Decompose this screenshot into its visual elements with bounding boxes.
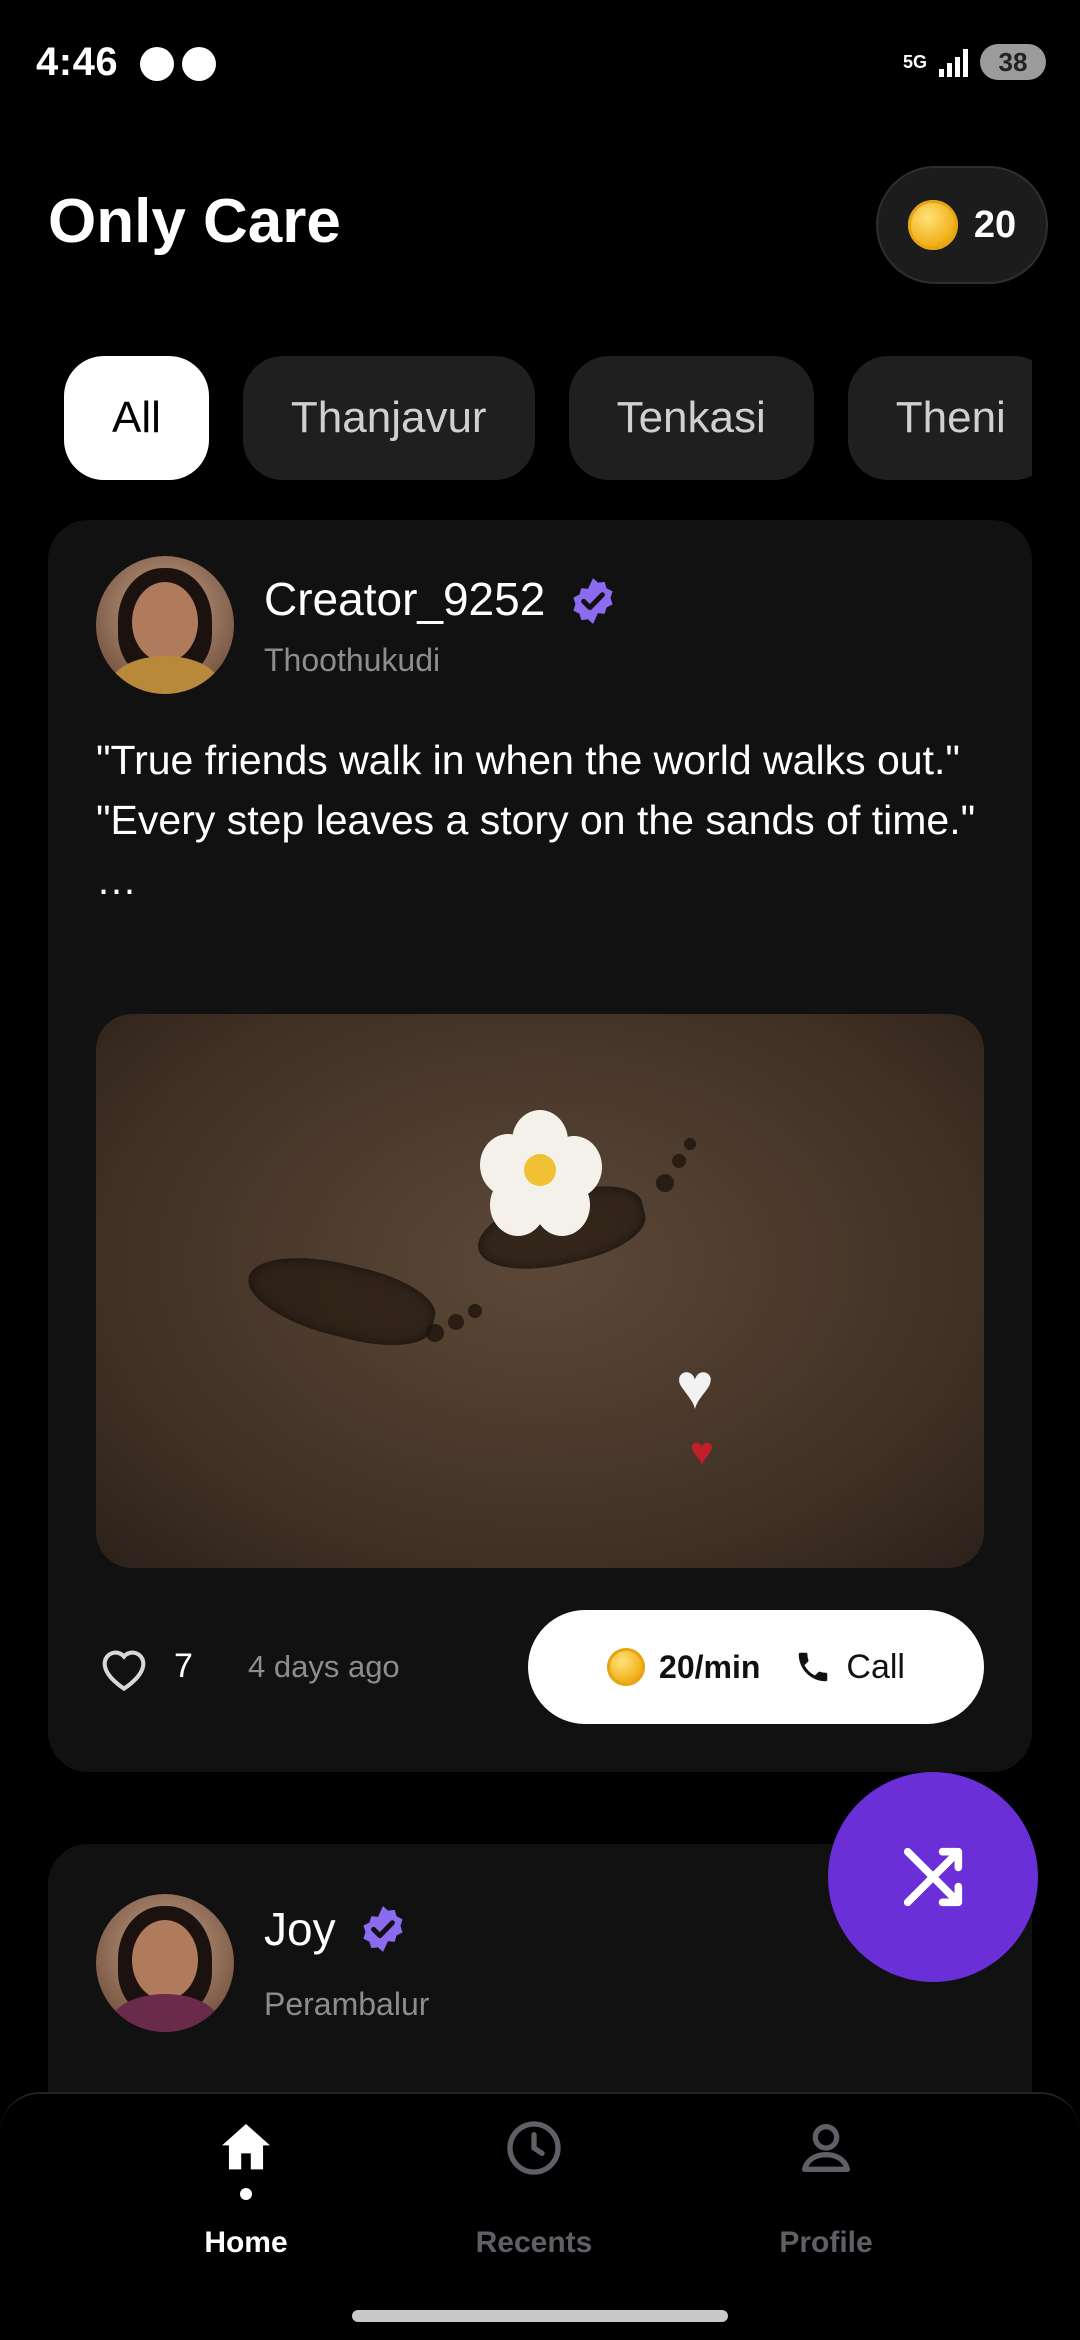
post-image[interactable]: ♥ ♥	[96, 1014, 984, 1568]
flower-decoration	[480, 1110, 602, 1236]
heart-decoration: ♥	[690, 1430, 714, 1474]
like-count: 7	[174, 1647, 193, 1685]
heart-icon[interactable]	[96, 1642, 152, 1692]
post-timestamp: 4 days ago	[248, 1649, 400, 1684]
location-filter-chips: All Thanjavur Tenkasi Theni	[64, 356, 1032, 480]
app-title: Only Care	[48, 187, 341, 256]
avatar[interactable]	[96, 1894, 234, 2032]
nav-label: Home	[204, 2226, 288, 2259]
creator-location: Perambalur	[264, 1986, 430, 2022]
filter-chip-thanjavur[interactable]: Thanjavur	[242, 356, 535, 480]
nav-label: Profile	[779, 2226, 873, 2259]
message-notification-icon	[182, 47, 216, 81]
nav-home[interactable]: Home	[96, 2094, 396, 2294]
phone-icon	[799, 1652, 828, 1682]
coin-icon	[907, 200, 958, 250]
bottom-navigation: Home Recents Profile	[0, 2092, 1080, 2340]
call-button[interactable]: 20/min Call	[528, 1610, 984, 1724]
shuffle-icon	[903, 1847, 963, 1907]
status-time: 4:46	[36, 40, 119, 84]
notification-icons	[140, 47, 216, 81]
filter-chip-tenkasi[interactable]: Tenkasi	[568, 356, 814, 480]
chat-notification-icon	[140, 47, 174, 81]
coin-balance: 20	[973, 203, 1017, 246]
post-text: "True friends walk in when the world wal…	[96, 737, 976, 903]
coin-balance-button[interactable]: 20	[876, 166, 1048, 284]
active-indicator	[240, 2188, 252, 2200]
shuffle-button[interactable]	[828, 1772, 1038, 1982]
home-icon	[222, 2124, 270, 2170]
verified-badge-icon	[363, 1906, 403, 1952]
nav-label: Recents	[475, 2226, 593, 2259]
post-card[interactable]: Creator_9252 Thoothukudi "True friends w…	[48, 520, 1032, 1772]
creator-name[interactable]: Creator_9252	[264, 572, 545, 626]
home-indicator	[352, 2310, 728, 2322]
clock-icon	[507, 2121, 561, 2175]
heart-decoration: ♥	[676, 1350, 714, 1422]
coin-icon	[607, 1648, 646, 1686]
battery-indicator: 38	[980, 44, 1046, 80]
call-rate: 20/min	[659, 1648, 761, 1685]
status-bar: 4:46 5G 38	[0, 0, 1080, 130]
network-type: 5G	[902, 52, 927, 72]
creator-location: Thoothukudi	[264, 642, 441, 678]
creator-name[interactable]: Joy	[264, 1902, 336, 1956]
filter-chip-theni[interactable]: Theni	[847, 356, 1032, 480]
signal-icon	[939, 47, 968, 77]
person-icon	[802, 2124, 850, 2172]
nav-profile[interactable]: Profile	[676, 2094, 976, 2294]
filter-chip-all[interactable]: All	[64, 356, 209, 480]
call-label: Call	[846, 1647, 905, 1686]
status-indicators: 5G 38	[903, 44, 1046, 80]
verified-badge-icon	[573, 578, 613, 624]
nav-recents[interactable]: Recents	[384, 2094, 684, 2294]
avatar[interactable]	[96, 556, 234, 694]
